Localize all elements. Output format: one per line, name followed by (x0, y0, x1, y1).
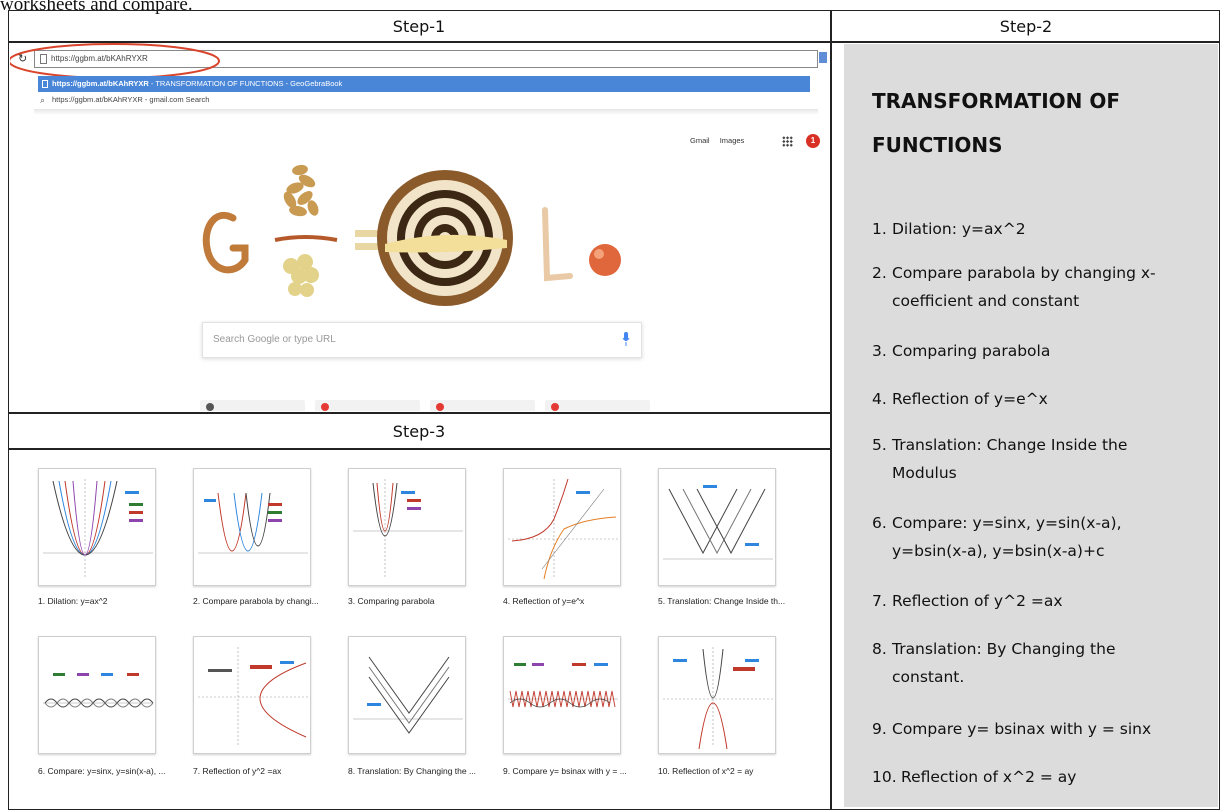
suggestion-selected-url: https://ggbm.at/bKAhRYXR (52, 79, 149, 88)
exponential-reflection-thumbnail[interactable] (503, 468, 621, 586)
chapter-title: Dilation: y=ax^2 (892, 220, 1026, 238)
bookmark-icon[interactable] (819, 52, 827, 63)
document-icon (42, 80, 48, 88)
chapter-title: Compare parabola by changing x- (892, 264, 1156, 282)
parabola-sideways-thumbnail[interactable] (193, 636, 311, 754)
parabola-compare-thumbnail[interactable] (193, 468, 311, 586)
card-caption[interactable]: 10. Reflection of x^2 = ay (658, 766, 810, 776)
chapter-title-cont: Modulus (892, 464, 957, 482)
tile-icon (551, 403, 559, 411)
card-caption[interactable]: 1. Dilation: y=ax^2 (38, 596, 190, 606)
sine-frequency-thumbnail[interactable] (503, 636, 621, 754)
parabola-thumbnail[interactable] (348, 468, 466, 586)
dropdown-shadow (34, 109, 818, 115)
step1-heading: Step-1 (392, 17, 446, 36)
step2-heading: Step-2 (999, 17, 1053, 36)
browser-window: ↻ https://ggbm.at/bKAhRYXR https://ggbm.… (10, 43, 830, 411)
chapter-title: Reflection of y=e^x (892, 390, 1048, 408)
card-caption[interactable]: 8. Translation: By Changing the ... (348, 766, 500, 776)
google-search-input[interactable]: Search Google or type URL (202, 322, 642, 358)
suggestion-search-text: https://ggbm.at/bKAhRYXR - gmail.com Sea… (52, 95, 210, 104)
chapter-title: Translation: Change Inside the (892, 436, 1128, 454)
modulus-constant-thumbnail[interactable] (348, 636, 466, 754)
card-caption[interactable]: 5. Translation: Change Inside th... (658, 596, 810, 606)
step3-heading: Step-3 (392, 422, 446, 441)
chapter-title: Reflection of x^2 = ay (901, 768, 1077, 786)
tile-icon (206, 403, 214, 411)
chapter-title: Compare y= bsinax with y = sinx (892, 720, 1152, 738)
shortcut-tile[interactable] (200, 400, 305, 411)
step2-panel: TRANSFORMATION OF FUNCTIONS 1. Dilation:… (844, 44, 1218, 807)
chapter-title-cont: coefficient and constant (892, 292, 1080, 310)
card-caption[interactable]: 6. Compare: y=sinx, y=sin(x-a), ... (38, 766, 190, 776)
shortcut-tile[interactable] (430, 400, 535, 411)
chapter-title-cont: constant. (892, 668, 965, 686)
parabola-reflection-thumbnail[interactable] (658, 636, 776, 754)
shortcut-tile[interactable] (545, 400, 650, 411)
apps-grid-icon[interactable] (782, 136, 793, 147)
suggestion-search[interactable]: ⌕ https://ggbm.at/bKAhRYXR - gmail.com S… (38, 93, 810, 107)
shortcut-tile[interactable] (315, 400, 420, 411)
chapter-title: Translation: By Changing the (892, 640, 1116, 658)
step3-top-divider (8, 412, 831, 414)
gmail-link[interactable]: Gmail (690, 136, 710, 145)
card-caption[interactable]: 2. Compare parabola by changi... (193, 596, 345, 606)
top-links: Gmail Images (690, 136, 752, 150)
chapter-number: 10. (872, 768, 897, 786)
card-caption[interactable]: 4. Reflection of y=e^x (503, 596, 655, 606)
card-caption[interactable]: 7. Reflection of y^2 =ax (193, 766, 345, 776)
shortcut-tiles (200, 400, 650, 411)
parabola-dilation-thumbnail[interactable] (38, 468, 156, 586)
card-caption[interactable]: 9. Compare y= bsinax with y = ... (503, 766, 655, 776)
tile-icon (321, 403, 329, 411)
chapter-title-cont: y=bsin(x-a), y=bsin(x-a)+c (892, 542, 1105, 560)
chapter-title: Comparing parabola (892, 342, 1051, 360)
modulus-translation-thumbnail[interactable] (658, 468, 776, 586)
book-title-line1: TRANSFORMATION OF (872, 89, 1121, 113)
search-placeholder: Search Google or type URL (213, 334, 336, 345)
chapter-title: Reflection of y^2 =ax (892, 592, 1063, 610)
images-link[interactable]: Images (720, 136, 745, 145)
sine-compare-thumbnail[interactable] (38, 636, 156, 754)
google-doodle-image[interactable] (195, 148, 635, 328)
chapter-thumbnail-grid: 1. Dilation: y=ax^2 2. Compare parabola … (10, 450, 830, 808)
suggestion-selected-title: - TRANSFORMATION OF FUNCTIONS - GeoGebra… (148, 79, 343, 88)
chapter-title: Compare: y=sinx, y=sin(x-a), (892, 514, 1122, 532)
suggestion-selected[interactable]: https://ggbm.at/bKAhRYXR - TRANSFORMATIO… (38, 76, 810, 92)
card-caption[interactable]: 3. Comparing parabola (348, 596, 500, 606)
notification-badge[interactable]: 1 (806, 134, 820, 148)
microphone-icon[interactable] (622, 332, 630, 346)
tile-icon (436, 403, 444, 411)
search-icon: ⌕ (40, 95, 46, 105)
column-divider (830, 10, 832, 810)
book-title-line2: FUNCTIONS (872, 133, 1003, 157)
